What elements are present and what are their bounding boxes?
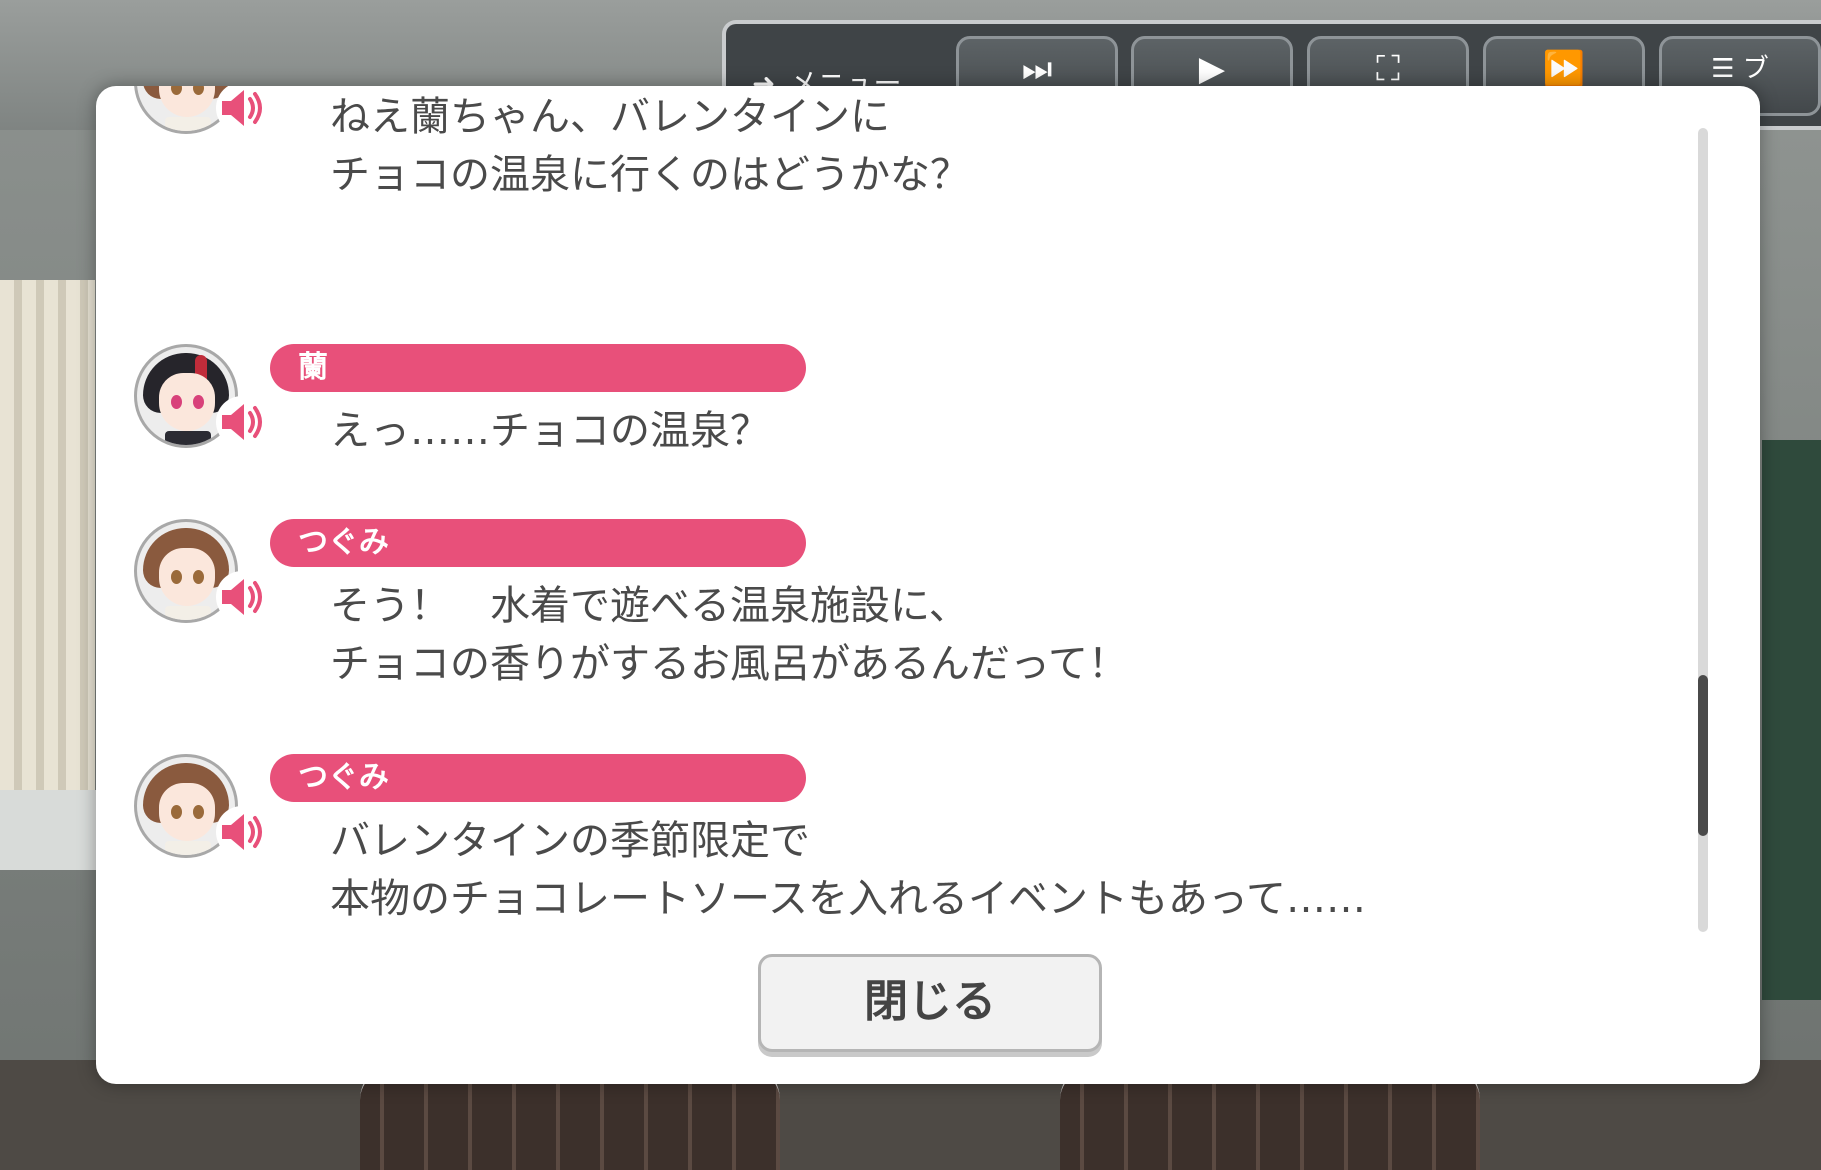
dialogue-text: えっ……チョコの温泉？ [330, 402, 1630, 460]
dialogue-line: そう！ 水着で遊べる温泉施設に、 [330, 583, 969, 629]
dialogue-text: そう！ 水着で遊べる温泉施設に、チョコの香りがするお風呂があるんだって！ [330, 577, 1630, 693]
dialogue-line: えっ……チョコの温泉？ [330, 408, 770, 454]
dialogue-line: 本物のチョコレートソースを入れるイベントもあって…… [330, 876, 1366, 922]
skip-to-end-icon: ⏭ [1021, 49, 1053, 89]
dialogue-text: ねえ蘭ちゃん、バレンタインにチョコの温泉に行くのはどうかな？ [330, 88, 1630, 204]
backlog-list[interactable]: つぐみ ねえ蘭ちゃん、バレンタインにチョコの温泉に行くのはどうかな？ 蘭えっ……チョ… [96, 86, 1716, 946]
voice-replay-icon[interactable] [214, 86, 270, 136]
fullscreen-icon: ⛶ [1376, 49, 1400, 89]
dialogue-line: チョコの香りがするお風呂があるんだって！ [330, 641, 1128, 687]
fast-forward-icon: ⏩ [1542, 49, 1586, 89]
speaker-name: つぐみ [270, 754, 806, 802]
backlog-dialog: つぐみ ねえ蘭ちゃん、バレンタインにチョコの温泉に行くのはどうかな？ 蘭えっ……チョ… [96, 86, 1760, 1084]
dialogue-line: バレンタインの季節限定で [330, 818, 810, 864]
scrollbar[interactable] [1698, 128, 1708, 932]
voice-replay-icon[interactable] [214, 394, 270, 450]
dialogue-line: チョコの温泉に行くのはどうかな？ [330, 152, 970, 198]
curtain [0, 280, 95, 820]
dialogue-text: バレンタインの季節限定で本物のチョコレートソースを入れるイベントもあって…… [330, 812, 1630, 928]
log-icon: ☰ ブ [1711, 54, 1769, 84]
speaker-name: つぐみ [270, 519, 806, 567]
scrollbar-thumb[interactable] [1698, 674, 1708, 836]
play-icon: ▶ [1198, 49, 1226, 89]
voice-replay-icon[interactable] [214, 569, 270, 625]
voice-replay-icon[interactable] [214, 804, 270, 860]
close-button[interactable]: 閉じる [758, 954, 1102, 1052]
speaker-name: 蘭 [270, 344, 806, 392]
chalkboard [1762, 440, 1821, 1000]
dialogue-line: ねえ蘭ちゃん、バレンタインに [330, 94, 890, 140]
